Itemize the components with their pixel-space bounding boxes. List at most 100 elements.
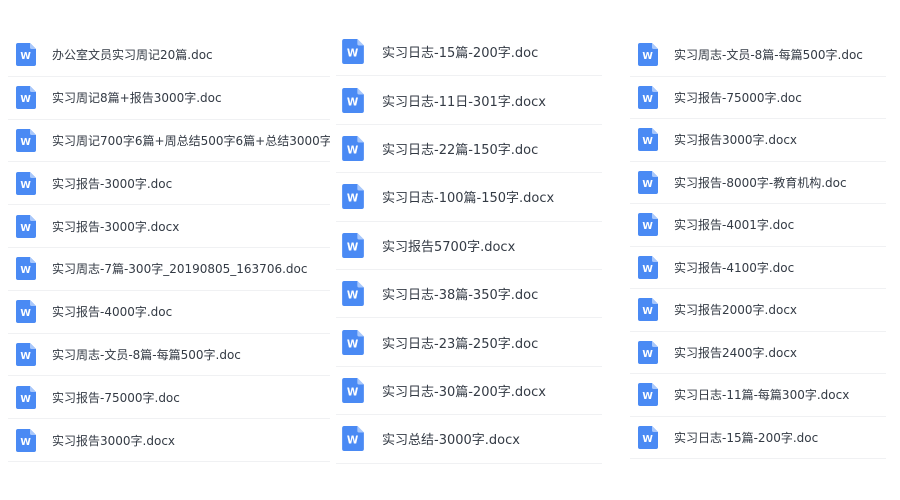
file-list-item[interactable]: W 实习报告-4000字.doc: [8, 291, 330, 334]
svg-text:W: W: [20, 266, 31, 277]
svg-text:W: W: [20, 308, 31, 319]
file-name: 实习报告-3000字.doc: [52, 176, 173, 191]
file-name: 实习日志-15篇-200字.doc: [382, 46, 539, 62]
file-list-item[interactable]: W 实习周志-7篇-300字_20190805_163706.doc: [8, 248, 330, 291]
svg-text:W: W: [347, 96, 359, 108]
file-name: 实习报告5700字.docx: [382, 239, 516, 255]
word-doc-icon: W: [342, 39, 364, 65]
svg-text:W: W: [20, 394, 31, 405]
word-doc-icon: W: [342, 329, 364, 355]
svg-text:W: W: [20, 52, 31, 63]
word-doc-icon: W: [342, 87, 364, 113]
word-doc-icon: W: [16, 86, 36, 110]
svg-text:W: W: [347, 435, 359, 447]
file-list-item[interactable]: W 实习日志-38篇-350字.doc: [336, 270, 602, 319]
file-name: 实习总结-3000字.docx: [382, 433, 520, 449]
file-name: 实习日志-15篇-200字.doc: [674, 430, 819, 445]
file-name: 实习报告-75000字.doc: [674, 90, 802, 105]
file-column-2: W 实习日志-15篇-200字.doc W 实习日志-11日-301字.docx…: [336, 28, 602, 464]
file-list-item[interactable]: W 实习报告-4001字.doc: [630, 204, 886, 247]
word-doc-icon: W: [16, 385, 36, 409]
file-name: 实习日志-11篇-每篇300字.docx: [674, 388, 850, 403]
file-name: 实习报告3000字.docx: [52, 433, 176, 448]
file-list-item[interactable]: W 实习报告-75000字.doc: [630, 77, 886, 119]
file-name: 实习日志-23篇-250字.doc: [382, 336, 539, 352]
svg-text:W: W: [347, 290, 359, 302]
word-doc-icon: W: [638, 298, 658, 322]
file-list-item[interactable]: W 实习日志-30篇-200字.docx: [336, 367, 602, 416]
svg-text:W: W: [347, 48, 359, 60]
word-doc-icon: W: [638, 128, 658, 152]
file-name: 实习报告2400字.docx: [674, 345, 798, 360]
word-doc-icon: W: [638, 170, 658, 194]
svg-text:W: W: [20, 94, 31, 105]
svg-text:W: W: [642, 221, 653, 232]
file-name: 实习日志-38篇-350字.doc: [382, 288, 539, 304]
svg-text:W: W: [642, 264, 653, 275]
word-doc-icon: W: [638, 43, 658, 67]
file-list-item[interactable]: W 实习日志-15篇-200字.doc: [336, 28, 602, 77]
file-name: 实习报告2000字.docx: [674, 303, 798, 318]
file-list-item[interactable]: W 实习日志-23篇-250字.doc: [336, 318, 602, 367]
word-doc-icon: W: [342, 377, 364, 403]
file-name: 办公室文员实习周记20篇.doc: [52, 48, 213, 63]
file-list-item[interactable]: W 实习报告-8000字-教育机构.doc: [630, 162, 886, 204]
svg-text:W: W: [20, 137, 31, 148]
file-name: 实习日志-22篇-150字.doc: [382, 142, 539, 158]
svg-text:W: W: [347, 338, 359, 350]
file-list-item[interactable]: W 实习周志-文员-8篇-每篇500字.doc: [630, 34, 886, 77]
file-list-item[interactable]: W 实习报告-3000字.docx: [8, 205, 330, 248]
file-list-item[interactable]: W 实习日志-15篇-200字.doc: [630, 417, 886, 459]
file-name: 实习周志-文员-8篇-每篇500字.doc: [674, 48, 863, 63]
svg-text:W: W: [20, 437, 31, 448]
file-list-item[interactable]: W 实习报告5700字.docx: [336, 222, 602, 270]
word-doc-icon: W: [16, 171, 36, 195]
svg-text:W: W: [642, 391, 653, 402]
file-name: 实习报告-8000字-教育机构.doc: [674, 175, 847, 190]
file-list-item[interactable]: W 实习周记700字6篇+周总结500字6篇+总结3000字.doc: [8, 120, 330, 163]
svg-text:W: W: [642, 306, 653, 317]
file-list-item[interactable]: W 实习日志-22篇-150字.doc: [336, 125, 602, 174]
file-column-3: W 实习周志-文员-8篇-每篇500字.doc W 实习报告-75000字.do…: [630, 34, 886, 459]
file-name: 实习报告-4100字.doc: [674, 260, 795, 275]
word-doc-icon: W: [342, 232, 364, 258]
word-doc-icon: W: [638, 85, 658, 109]
file-list-item[interactable]: W 实习报告3000字.docx: [630, 119, 886, 162]
file-name: 实习报告-4000字.doc: [52, 305, 173, 320]
file-name: 实习报告-3000字.docx: [52, 219, 180, 234]
file-name: 实习报告3000字.docx: [674, 133, 798, 148]
file-name: 实习日志-11日-301字.docx: [382, 94, 546, 110]
svg-text:W: W: [347, 193, 359, 205]
file-name: 实习日志-100篇-150字.docx: [382, 191, 555, 207]
file-name: 实习报告-75000字.doc: [52, 390, 180, 405]
word-doc-icon: W: [16, 342, 36, 366]
file-name: 实习日志-30篇-200字.docx: [382, 384, 546, 400]
word-doc-icon: W: [638, 213, 658, 237]
file-list-item[interactable]: W 实习周志-文员-8篇-每篇500字.doc: [8, 334, 330, 377]
word-doc-icon: W: [342, 184, 364, 210]
file-list-item[interactable]: W 实习日志-11篇-每篇300字.docx: [630, 374, 886, 417]
word-doc-icon: W: [638, 255, 658, 279]
svg-text:W: W: [642, 434, 653, 445]
word-doc-icon: W: [16, 300, 36, 324]
file-list-item[interactable]: W 办公室文员实习周记20篇.doc: [8, 34, 330, 77]
svg-text:W: W: [642, 136, 653, 147]
word-doc-icon: W: [16, 428, 36, 452]
file-list-item[interactable]: W 实习报告-3000字.doc: [8, 162, 330, 206]
file-list-item[interactable]: W 实习报告-4100字.doc: [630, 247, 886, 289]
word-doc-icon: W: [342, 135, 364, 161]
word-doc-icon: W: [16, 214, 36, 238]
svg-text:W: W: [347, 241, 359, 253]
file-list-page: W 办公室文员实习周记20篇.doc W 实习周记8篇+报告3000字.doc …: [0, 0, 900, 500]
svg-text:W: W: [20, 180, 31, 191]
svg-text:W: W: [20, 351, 31, 362]
file-list-item[interactable]: W 实习周记8篇+报告3000字.doc: [8, 77, 330, 120]
file-list-item[interactable]: W 实习报告-75000字.doc: [8, 376, 330, 420]
word-doc-icon: W: [16, 257, 36, 281]
file-list-item[interactable]: W 实习总结-3000字.docx: [336, 415, 602, 464]
file-list-item[interactable]: W 实习报告3000字.docx: [8, 419, 330, 462]
file-list-item[interactable]: W 实习报告2000字.docx: [630, 289, 886, 332]
file-list-item[interactable]: W 实习日志-11日-301字.docx: [336, 76, 602, 125]
file-list-item[interactable]: W 实习报告2400字.docx: [630, 332, 886, 374]
file-list-item[interactable]: W 实习日志-100篇-150字.docx: [336, 173, 602, 222]
